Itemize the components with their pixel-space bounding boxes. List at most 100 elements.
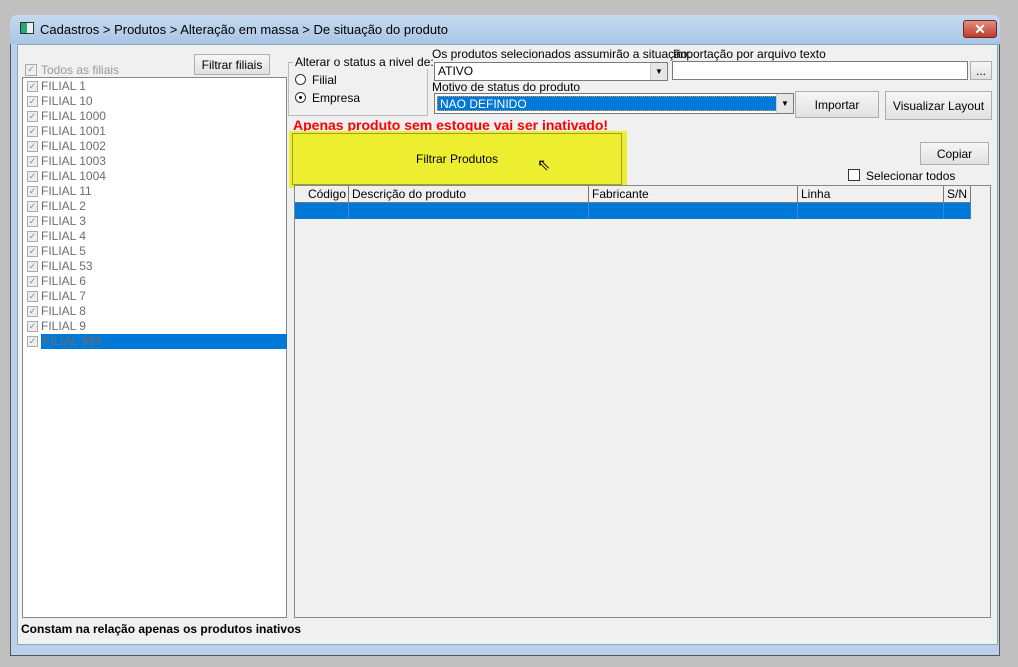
column-header-descricao[interactable]: Descrição do produto [349, 186, 589, 203]
branch-item[interactable]: ✓ FILIAL 5 [25, 244, 287, 259]
branch-label: FILIAL 53 [41, 259, 93, 273]
branch-label: FILIAL 5 [41, 244, 86, 258]
branch-label: FILIAL 8 [41, 304, 86, 318]
branch-item[interactable]: ✓ FILIAL 53 [25, 259, 287, 274]
branch-label: FILIAL 1002 [41, 139, 106, 153]
level-legend: Alterar o status a nivel de: [293, 55, 436, 69]
checkbox-icon: ✓ [27, 276, 38, 287]
branch-list[interactable]: ✓ FILIAL 1 ✓ FILIAL 10 ✓ FILIAL 1000 ✓ FILIAL 1… [22, 77, 287, 618]
view-layout-button[interactable]: Visualizar Layout [885, 91, 992, 120]
branch-item[interactable]: ✓ FILIAL 1001 [25, 124, 287, 139]
branch-item[interactable]: ✓ FILIAL 2 [25, 199, 287, 214]
column-header-fabricante[interactable]: Fabricante [589, 186, 798, 203]
branch-label: FILIAL 10 [41, 94, 93, 108]
chevron-down-icon: ▼ [650, 63, 667, 80]
footer-note: Constam na relação apenas os produtos in… [21, 622, 302, 636]
checkbox-icon: ✓ [27, 96, 38, 107]
table-row[interactable] [295, 203, 349, 219]
checkbox-icon: ✓ [27, 246, 38, 257]
situation-select[interactable]: ATIVO ▼ [434, 62, 668, 81]
import-file-input[interactable] [672, 61, 968, 80]
branch-label: FILIAL 9 [41, 319, 86, 333]
checkbox-icon: ✓ [27, 186, 38, 197]
branch-item[interactable]: ✓ FILIAL 1002 [25, 139, 287, 154]
situation-label: Os produtos selecionados assumirão a sit… [432, 47, 691, 61]
table-cell[interactable] [349, 203, 589, 219]
radio-selected-icon [295, 92, 306, 103]
level-group [288, 62, 428, 116]
branch-item[interactable]: ✓ FILIAL 999 [25, 334, 287, 349]
branch-label: FILIAL 6 [41, 274, 86, 288]
radio-empresa[interactable]: Empresa [295, 91, 375, 105]
browse-button[interactable]: ... [970, 61, 992, 80]
branch-item[interactable]: ✓ FILIAL 1004 [25, 169, 287, 184]
checkbox-icon: ✓ [25, 64, 37, 76]
table-cell[interactable] [589, 203, 798, 219]
cursor-icon: ⇖ [537, 157, 551, 174]
checkbox-icon: ✓ [27, 231, 38, 242]
checkbox-icon: ✓ [27, 321, 38, 332]
checkbox-icon: ✓ [27, 291, 38, 302]
reason-select[interactable]: NAO DEFINIDO ▼ [434, 93, 794, 114]
branch-label: FILIAL 4 [41, 229, 86, 243]
branch-label: FILIAL 2 [41, 199, 86, 213]
checkbox-icon: ✓ [27, 156, 38, 167]
branch-item[interactable]: ✓ FILIAL 1000 [25, 109, 287, 124]
column-header-codigo[interactable]: Código [295, 186, 349, 203]
filter-products-button[interactable]: Filtrar Produtos [292, 133, 622, 185]
branch-label: FILIAL 11 [41, 184, 92, 198]
branch-label: FILIAL 1004 [41, 169, 106, 183]
checkbox-icon: ✓ [27, 306, 38, 317]
all-branches-checkbox[interactable]: ✓ Todos as filiais [24, 63, 184, 77]
checkbox-icon: ✓ [27, 261, 38, 272]
checkbox-icon: ✓ [27, 336, 38, 347]
app-icon [20, 22, 34, 34]
select-all-checkbox[interactable]: Selecionar todos produtos [848, 169, 993, 197]
branch-label: FILIAL 1 [41, 79, 86, 93]
branch-label: FILIAL 7 [41, 289, 86, 303]
branch-label: FILIAL 3 [41, 214, 86, 228]
close-button[interactable]: ✕ [963, 20, 997, 38]
chevron-down-icon: ▼ [776, 94, 793, 113]
branch-item[interactable]: ✓ FILIAL 4 [25, 229, 287, 244]
table-cell[interactable] [944, 203, 971, 219]
products-grid[interactable]: Código Descrição do produto Fabricante L… [294, 185, 991, 618]
radio-label: Empresa [312, 91, 361, 105]
import-label: Importação por arquivo texto [673, 47, 826, 61]
window-title: Cadastros > Produtos > Alteração em mass… [40, 22, 448, 37]
reason-value: NAO DEFINIDO [437, 96, 777, 111]
branch-item[interactable]: ✓ FILIAL 8 [25, 304, 287, 319]
branch-item[interactable]: ✓ FILIAL 9 [25, 319, 287, 334]
branch-label: FILIAL 1000 [41, 109, 106, 123]
branch-item[interactable]: ✓ FILIAL 11 [25, 184, 287, 199]
checkbox-icon: ✓ [27, 201, 38, 212]
branch-item[interactable]: ✓ FILIAL 3 [25, 214, 287, 229]
column-header-sn[interactable]: S/N [944, 186, 971, 203]
branch-item[interactable]: ✓ FILIAL 1 [25, 79, 287, 94]
radio-label: Filial [312, 73, 337, 87]
all-branches-label: Todos as filiais [41, 63, 120, 77]
checkbox-icon [848, 169, 860, 181]
checkbox-icon: ✓ [27, 171, 38, 182]
column-header-linha[interactable]: Linha [798, 186, 944, 203]
checkbox-icon: ✓ [27, 81, 38, 92]
branch-item[interactable]: ✓ FILIAL 7 [25, 289, 287, 304]
radio-icon [295, 74, 306, 85]
table-cell[interactable] [798, 203, 944, 219]
checkbox-icon: ✓ [27, 216, 38, 227]
checkbox-icon: ✓ [27, 126, 38, 137]
radio-filial[interactable]: Filial [295, 73, 375, 87]
checkbox-icon: ✓ [27, 141, 38, 152]
branch-label: FILIAL 999 [41, 334, 287, 349]
checkbox-icon: ✓ [27, 111, 38, 122]
filter-branches-button[interactable]: Filtrar filiais [194, 54, 270, 75]
branch-item[interactable]: ✓ FILIAL 6 [25, 274, 287, 289]
copy-button[interactable]: Copiar [920, 142, 989, 165]
situation-value: ATIVO [438, 64, 474, 78]
import-button[interactable]: Importar [795, 91, 879, 118]
branch-label: FILIAL 1001 [41, 124, 106, 138]
branch-label: FILIAL 1003 [41, 154, 106, 168]
branch-item[interactable]: ✓ FILIAL 10 [25, 94, 287, 109]
reason-label: Motivo de status do produto [432, 80, 581, 94]
branch-item[interactable]: ✓ FILIAL 1003 [25, 154, 287, 169]
